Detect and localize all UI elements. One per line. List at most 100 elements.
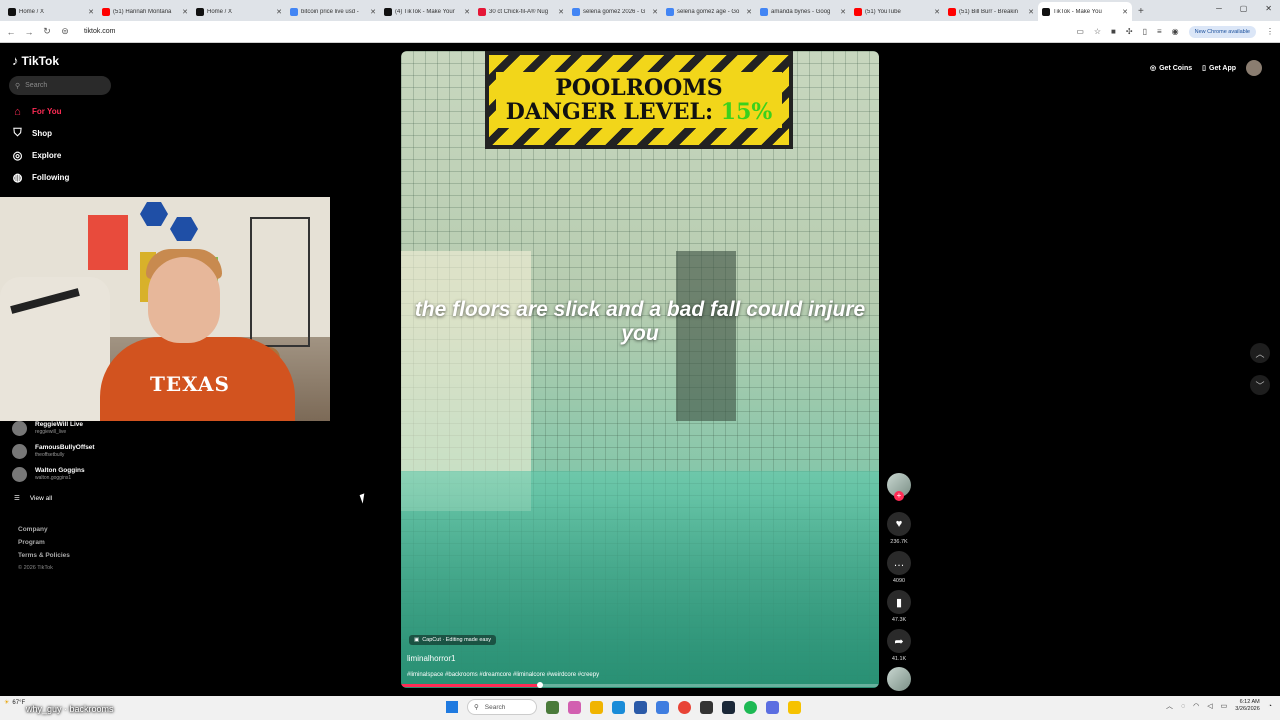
tab-close-icon[interactable]: ✕ bbox=[370, 8, 376, 16]
like-button[interactable]: ♥ bbox=[887, 512, 911, 536]
following-account[interactable]: ReggieWill Live reggiewill_live bbox=[12, 421, 83, 436]
extension-icon[interactable]: ■ bbox=[1111, 27, 1116, 36]
forward-icon[interactable]: → bbox=[24, 27, 34, 37]
save-count: 47.3K bbox=[891, 617, 907, 623]
next-video-button[interactable]: ﹀ bbox=[1250, 375, 1270, 395]
nav-explore[interactable]: ◎ Explore bbox=[11, 149, 62, 162]
tab-close-icon[interactable]: ✕ bbox=[88, 8, 94, 16]
share-count: 41.1K bbox=[891, 656, 907, 662]
taskbar-search[interactable]: ⚲ Search bbox=[467, 699, 537, 715]
browser-tab[interactable]: (51) YouTube ✕ bbox=[850, 2, 944, 21]
video-progress-bar[interactable] bbox=[401, 682, 879, 688]
tab-close-icon[interactable]: ✕ bbox=[652, 8, 658, 16]
obs-icon[interactable] bbox=[700, 700, 713, 714]
video-author[interactable]: liminalhorror1 bbox=[407, 654, 455, 663]
spotify-icon[interactable] bbox=[744, 700, 757, 714]
tab-close-icon[interactable]: ✕ bbox=[934, 8, 940, 16]
chrome-update-button[interactable]: New Chrome available bbox=[1188, 25, 1256, 38]
follow-plus-icon[interactable]: + bbox=[894, 491, 904, 501]
extensions-puzzle-icon[interactable]: ✣ bbox=[1126, 27, 1133, 36]
tab-favicon-icon bbox=[854, 7, 862, 16]
side-panel-icon[interactable]: ▯ bbox=[1143, 27, 1147, 36]
save-button[interactable]: ▮ bbox=[887, 590, 911, 614]
footer-company-link[interactable]: Company bbox=[18, 526, 48, 533]
share-button[interactable]: ➦ bbox=[887, 629, 911, 653]
capcut-label: CapCut · Editing made easy bbox=[422, 637, 491, 643]
footer-terms-link[interactable]: Terms & Policies bbox=[18, 552, 70, 559]
get-app-button[interactable]: ▯ Get App bbox=[1202, 64, 1236, 73]
site-info-icon[interactable]: ⊜ bbox=[60, 26, 70, 37]
tab-close-icon[interactable]: ✕ bbox=[464, 8, 470, 16]
previous-video-button[interactable]: ︿ bbox=[1250, 343, 1270, 363]
profile-icon[interactable]: ◉ bbox=[1172, 27, 1179, 36]
menu-dots-icon[interactable]: ⋮ bbox=[1266, 27, 1274, 36]
tiktok-logo[interactable]: ♪ TikTok bbox=[12, 53, 59, 68]
comment-button[interactable]: … bbox=[887, 551, 911, 575]
back-icon[interactable]: ← bbox=[6, 27, 16, 37]
profile-avatar[interactable] bbox=[1246, 60, 1262, 76]
tab-close-icon[interactable]: ✕ bbox=[1122, 8, 1128, 16]
video-player[interactable]: POOLROOMS DANGER LEVEL: 15% the floors a… bbox=[401, 51, 879, 688]
media-control-icon[interactable]: ≡ bbox=[1157, 27, 1162, 36]
nav-following[interactable]: ◍ Following bbox=[11, 171, 70, 184]
tab-close-icon[interactable]: ✕ bbox=[558, 8, 564, 16]
file-explorer-icon[interactable] bbox=[590, 700, 603, 714]
wifi-icon[interactable]: ◠ bbox=[1193, 702, 1199, 710]
copilot-icon[interactable] bbox=[568, 700, 581, 714]
maximize-icon[interactable]: ▢ bbox=[1240, 4, 1248, 13]
tab-close-icon[interactable]: ✕ bbox=[840, 8, 846, 16]
view-all-button[interactable]: ☰ View all bbox=[14, 494, 52, 503]
creator-avatar[interactable]: + bbox=[887, 473, 911, 501]
browser-tab[interactable]: bitcoin price live usd - ✕ bbox=[286, 2, 380, 21]
browser-tab[interactable]: Home / X ✕ bbox=[4, 2, 98, 21]
get-coins-button[interactable]: ◎ Get Coins bbox=[1150, 64, 1192, 73]
browser-tab[interactable]: 30 ct Chick-fil-A® Nug ✕ bbox=[474, 2, 568, 21]
steam-icon[interactable] bbox=[722, 700, 735, 714]
windows-start-icon[interactable] bbox=[446, 701, 458, 713]
tab-close-icon[interactable]: ✕ bbox=[182, 8, 188, 16]
browser-tab[interactable]: (4) TikTok - Make Your ✕ bbox=[380, 2, 474, 21]
browser-tab[interactable]: amanda bynes - Goog ✕ bbox=[756, 2, 850, 21]
footer-program-link[interactable]: Program bbox=[18, 539, 45, 546]
nav-for-you[interactable]: ⌂ For You bbox=[11, 105, 61, 118]
minimize-icon[interactable]: ─ bbox=[1216, 4, 1222, 13]
reload-icon[interactable]: ↻ bbox=[42, 26, 52, 37]
new-tab-icon[interactable]: + bbox=[1132, 2, 1150, 21]
browser-tab[interactable]: (51) Hannah Montana ✕ bbox=[98, 2, 192, 21]
browser-tab[interactable]: selena gomez age - Go ✕ bbox=[662, 2, 756, 21]
tab-close-icon[interactable]: ✕ bbox=[1028, 8, 1034, 16]
following-account[interactable]: Walton Goggins walton.goggins1 bbox=[12, 467, 85, 482]
music-disc-avatar[interactable] bbox=[887, 667, 911, 691]
warning-app-icon[interactable] bbox=[788, 700, 801, 714]
volume-icon[interactable]: ◁ bbox=[1207, 702, 1212, 710]
network-icon[interactable]: ◌ bbox=[1181, 703, 1185, 710]
nav-shop[interactable]: ⛉ Shop bbox=[11, 127, 52, 140]
install-app-icon[interactable]: ▭ bbox=[1076, 27, 1084, 36]
url-field[interactable]: tiktok.com bbox=[84, 28, 1068, 35]
bag-icon: ⛉ bbox=[13, 127, 22, 139]
browser-tab[interactable]: TikTok - Make You ✕ bbox=[1038, 2, 1132, 21]
chrome-icon[interactable] bbox=[678, 700, 691, 714]
following-account[interactable]: FamousBullyOffset theoffsetbully bbox=[12, 444, 95, 459]
tab-close-icon[interactable]: ✕ bbox=[746, 8, 752, 16]
progress-knob[interactable] bbox=[536, 682, 543, 688]
battery-icon[interactable]: ▭ bbox=[1221, 702, 1228, 710]
tab-close-icon[interactable]: ✕ bbox=[276, 8, 282, 16]
bookmark-star-icon[interactable]: ☆ bbox=[1094, 27, 1101, 36]
weather-widget[interactable]: ☀ 67°F bbox=[4, 699, 25, 707]
notification-bell-icon[interactable]: ◔ bbox=[1268, 703, 1272, 710]
edge-icon[interactable] bbox=[612, 700, 625, 714]
capcut-badge[interactable]: ▣ CapCut · Editing made easy bbox=[409, 635, 496, 645]
browser-tab[interactable]: Home / X ✕ bbox=[192, 2, 286, 21]
chevron-up-icon[interactable]: ︿ bbox=[1166, 701, 1173, 711]
browser-tab[interactable]: (51) Bill Burr - Breakin ✕ bbox=[944, 2, 1038, 21]
mail-icon[interactable] bbox=[656, 700, 669, 714]
browser-tab[interactable]: selena gomez 2026 - G ✕ bbox=[568, 2, 662, 21]
clock[interactable]: 6:12 AM 3/26/2026 bbox=[1235, 699, 1259, 713]
video-hashtags[interactable]: #liminalspace #backrooms #dreamcore #lim… bbox=[407, 672, 599, 678]
store-icon[interactable] bbox=[634, 700, 647, 714]
close-window-icon[interactable]: ✕ bbox=[1265, 4, 1272, 13]
search-input[interactable]: ⚲ Search bbox=[9, 76, 111, 95]
widgets-icon[interactable] bbox=[546, 700, 559, 714]
app-icon[interactable] bbox=[766, 700, 779, 714]
